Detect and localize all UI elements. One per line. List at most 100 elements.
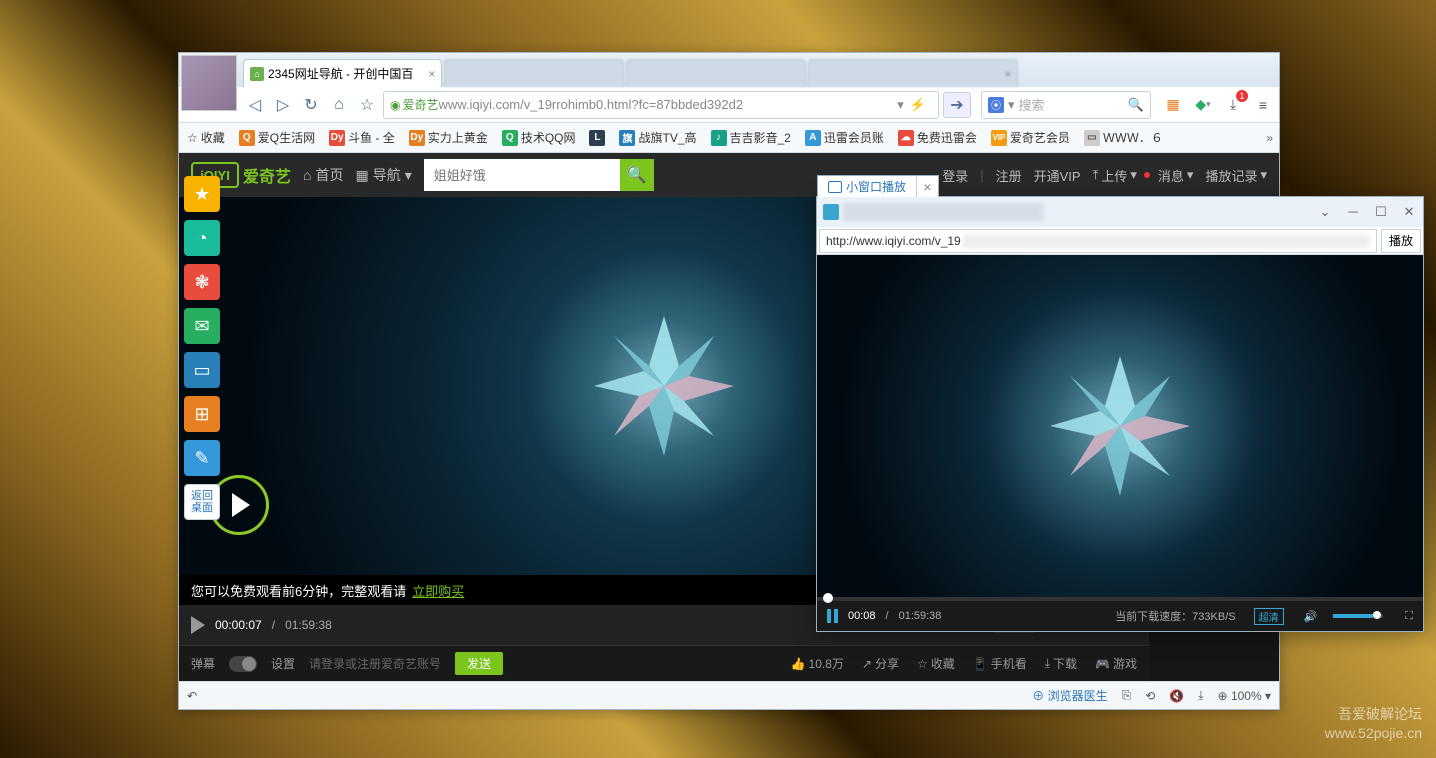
hamburger-icon[interactable]: ≡ — [1253, 95, 1273, 115]
sidebar-clock[interactable]: ◔ — [184, 220, 220, 256]
tab-bar: ⌂ 2345网址导航 - 开创中国百 × × — [179, 53, 1279, 87]
download-button[interactable]: ⤓ 下载 — [1045, 655, 1077, 672]
time-total: 01:59:38 — [285, 618, 332, 632]
tab-3[interactable] — [626, 59, 806, 87]
mini-menu-icon[interactable]: ⌄ — [1317, 204, 1333, 220]
apps-icon[interactable]: ▦ — [1163, 95, 1183, 115]
sidebar-return[interactable]: 返回桌面 — [184, 484, 220, 520]
download-icon[interactable]: ⤓1 — [1223, 95, 1243, 115]
sidebar-star[interactable]: ★ — [184, 176, 220, 212]
register-link[interactable]: 注册 — [996, 166, 1022, 185]
bookmarks-more-icon[interactable]: » — [1266, 131, 1273, 145]
nav-home[interactable]: ⌂ 首页 — [303, 165, 343, 185]
bookmark-7[interactable]: A迅雷会员账 — [805, 129, 884, 146]
search-input[interactable]: ⦿ ▾ 搜索 🔍 — [981, 91, 1151, 119]
tab-4[interactable]: × — [808, 59, 1018, 87]
sidebar-calc[interactable]: ⊞ — [184, 396, 220, 432]
bookmark-8[interactable]: ☁免费迅雷会 — [898, 129, 977, 146]
settings-link[interactable]: 设置 — [271, 655, 295, 672]
go-button[interactable]: ➔ — [943, 92, 971, 118]
reload-icon[interactable]: ↻ — [299, 93, 323, 117]
upload-link[interactable]: ⤒上传 ▾ — [1093, 166, 1146, 185]
like-button[interactable]: 👍 10.8万 — [791, 655, 844, 672]
mini-url-text: http://www.iqiyi.com/v_19 — [826, 234, 961, 248]
sidebar-note[interactable]: ✎ — [184, 440, 220, 476]
mini-video-stage[interactable] — [817, 255, 1423, 597]
avatar[interactable] — [181, 55, 237, 111]
zoom-label[interactable]: ⊕ 100% ▾ — [1218, 689, 1271, 703]
sidebar-weibo[interactable]: ❃ — [184, 264, 220, 300]
history-link[interactable]: 播放记录 ▾ — [1205, 166, 1267, 185]
tv-icon — [828, 181, 842, 193]
bookmark-9[interactable]: VIP爱奇艺会员 — [991, 129, 1070, 146]
play-icon[interactable] — [191, 616, 205, 634]
bookmarks-button[interactable]: ☆ 收藏 — [187, 129, 225, 146]
bookmark-1[interactable]: Dy斗鱼 - 全 — [329, 129, 395, 146]
tab-close-icon[interactable]: × — [428, 67, 435, 81]
bookmark-5[interactable]: 旗战旗TV_高 — [619, 129, 696, 146]
tab-close-icon[interactable]: × — [1004, 67, 1011, 81]
url-input[interactable]: ◉ 爱奇艺 www.iqiyi.com/v_19rrohimb0.html?fc… — [383, 91, 939, 119]
search-icon[interactable]: 🔍 — [1128, 97, 1144, 113]
bookmark-0[interactable]: Q爱Q生活网 — [239, 129, 315, 146]
progress-knob[interactable] — [823, 593, 833, 603]
mini-quality-button[interactable]: 超清 — [1254, 608, 1284, 625]
danmu-toggle[interactable] — [229, 656, 257, 672]
back-status-icon[interactable]: ↶ — [187, 689, 197, 703]
mini-title-tag: 小窗口播放 × — [817, 175, 939, 197]
star-icon[interactable]: ☆ — [355, 93, 379, 117]
status-icon-1[interactable]: ⎘ — [1122, 688, 1132, 703]
site-search: 🔍 — [424, 159, 654, 191]
bookmark-3[interactable]: Q技术QQ网 — [502, 129, 576, 146]
status-icon-2[interactable]: ⟲ — [1145, 689, 1155, 703]
bookmark-2[interactable]: Dy实力上黄金 — [409, 129, 488, 146]
mini-progress[interactable] — [817, 597, 1423, 601]
pause-icon[interactable] — [827, 609, 838, 623]
search-engine-icon[interactable]: ⦿ — [988, 97, 1004, 113]
buy-link[interactable]: 立即购买 — [412, 581, 464, 600]
tab-2[interactable] — [444, 59, 624, 87]
ext-icon[interactable]: ◆▾ — [1193, 95, 1213, 115]
dropdown-icon[interactable]: ▾ — [897, 97, 904, 113]
bookmark-10[interactable]: ▭ＷＷＷ．６ — [1084, 129, 1163, 146]
download-status-icon[interactable]: ⤓ — [1198, 688, 1203, 703]
site-search-button[interactable]: 🔍 — [620, 159, 654, 191]
volume-knob[interactable] — [1373, 611, 1381, 619]
share-button[interactable]: ↗ 分享 — [862, 655, 899, 672]
vip-link[interactable]: 开通VIP — [1034, 166, 1081, 185]
mini-volume-slider[interactable] — [1333, 614, 1383, 618]
mini-volume-icon[interactable]: 🔊 — [1304, 610, 1318, 623]
bookmark-6[interactable]: ♪吉吉影音_2 — [711, 129, 791, 146]
dot-icon — [1144, 172, 1150, 178]
mute-icon[interactable]: 🔇 — [1169, 689, 1184, 703]
sidebar-wechat[interactable]: ✉ — [184, 308, 220, 344]
mini-maximize-icon[interactable]: ☐ — [1373, 204, 1389, 220]
back-icon[interactable]: ◁ — [243, 93, 267, 117]
sidebar-pc[interactable]: ▭ — [184, 352, 220, 388]
mini-close-icon[interactable]: ✕ — [1401, 204, 1417, 220]
login-link[interactable]: 登录 — [942, 166, 968, 185]
bolt-icon[interactable]: ⚡ — [910, 97, 926, 113]
mini-address-bar: http://www.iqiyi.com/v_19 播放 — [817, 227, 1423, 255]
mini-fullscreen-icon[interactable]: ⛶ — [1405, 610, 1413, 623]
nav-menu[interactable]: ▦ 导航 ▾ — [355, 165, 411, 185]
fav-button[interactable]: ☆ 收藏 — [917, 655, 955, 672]
game-button[interactable]: 🎮 游戏 — [1095, 655, 1137, 672]
mini-title[interactable]: 小窗口播放 — [818, 176, 916, 197]
tab-active[interactable]: ⌂ 2345网址导航 - 开创中国百 × — [243, 59, 442, 87]
home-icon[interactable]: ⌂ — [327, 93, 351, 117]
search-dropdown-icon[interactable]: ▾ — [1008, 97, 1015, 113]
mobile-button[interactable]: 📱 手机看 — [973, 655, 1027, 672]
site-search-input[interactable] — [424, 159, 620, 191]
mini-title-close-icon[interactable]: × — [916, 176, 938, 197]
mini-url-input[interactable]: http://www.iqiyi.com/v_19 — [819, 229, 1377, 253]
messages-link[interactable]: 消息 ▾ — [1158, 166, 1194, 185]
bookmark-4[interactable]: L — [589, 130, 605, 146]
mini-minimize-icon[interactable]: ─ — [1345, 204, 1361, 220]
address-bar: ◁ ▷ ↻ ⌂ ☆ ◉ 爱奇艺 www.iqiyi.com/v_19rrohim… — [179, 87, 1279, 123]
header-right: 登录 | 注册 开通VIP ⤒上传 ▾ 消息 ▾ 播放记录 ▾ — [942, 166, 1267, 185]
doctor-button[interactable]: ⊕ 浏览器医生 — [1032, 687, 1107, 704]
send-button[interactable]: 发送 — [455, 652, 503, 675]
mini-play-button[interactable]: 播放 — [1381, 229, 1421, 253]
forward-icon[interactable]: ▷ — [271, 93, 295, 117]
